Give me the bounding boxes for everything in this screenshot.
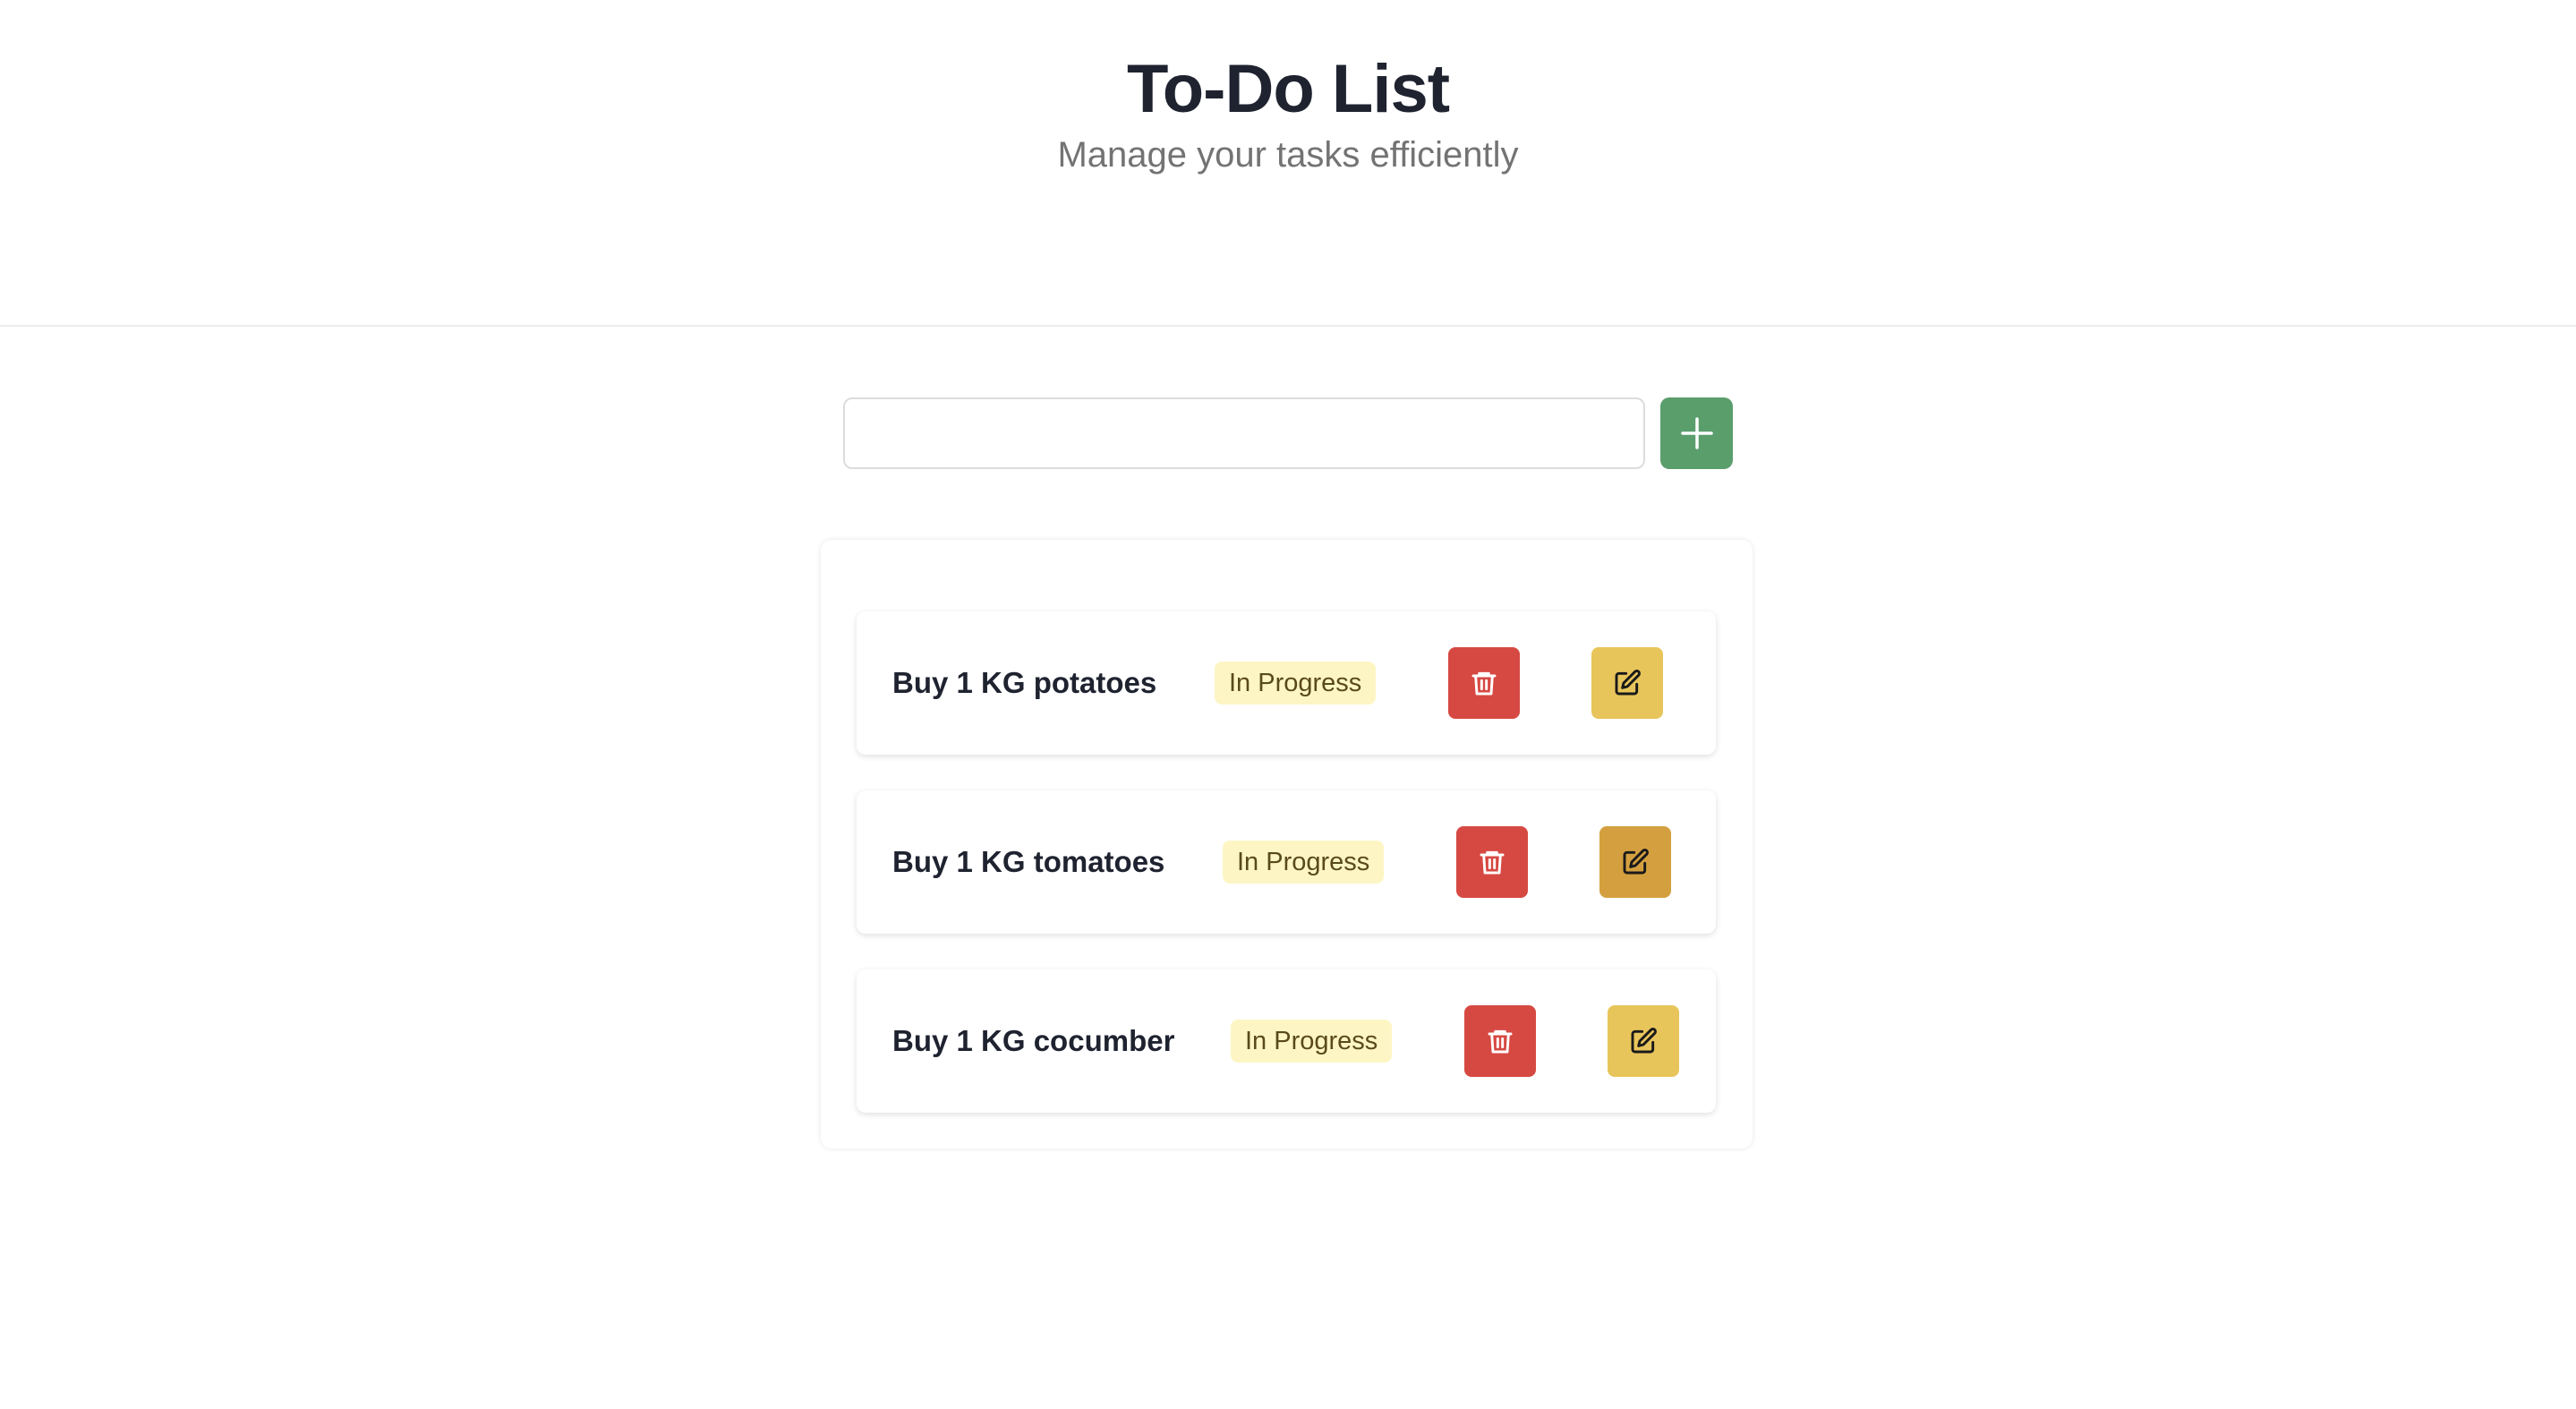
trash-icon [1488, 1029, 1513, 1054]
edit-icon [1615, 670, 1641, 696]
status-badge: In Progress [1215, 662, 1377, 704]
edit-task-button[interactable] [1608, 1005, 1679, 1077]
edit-task-button[interactable] [1599, 826, 1671, 898]
add-task-row [843, 397, 1733, 469]
delete-task-button[interactable] [1456, 826, 1528, 898]
task-list: Buy 1 KG potatoes In Progress Buy 1 KG t… [821, 540, 1753, 1149]
task-name: Buy 1 KG potatoes [892, 666, 1157, 699]
page-title: To-Do List [1126, 51, 1450, 127]
page-header: To-Do List Manage your tasks efficiently [0, 0, 2576, 327]
task-item: Buy 1 KG potatoes In Progress [857, 611, 1716, 755]
edit-icon [1623, 849, 1649, 875]
new-task-input[interactable] [843, 397, 1645, 469]
page-subtitle: Manage your tasks efficiently [1057, 135, 1519, 175]
status-badge: In Progress [1223, 841, 1385, 884]
status-badge: In Progress [1231, 1020, 1393, 1063]
trash-icon [1480, 850, 1505, 875]
delete-task-button[interactable] [1464, 1005, 1536, 1077]
task-item: Buy 1 KG tomatoes In Progress [857, 790, 1716, 934]
plus-icon [1680, 417, 1713, 449]
task-name: Buy 1 KG cocumber [892, 1024, 1175, 1057]
edit-icon [1631, 1028, 1657, 1054]
add-task-button[interactable] [1660, 397, 1733, 469]
task-name: Buy 1 KG tomatoes [892, 845, 1165, 878]
delete-task-button[interactable] [1448, 647, 1520, 719]
trash-icon [1471, 671, 1497, 696]
task-item: Buy 1 KG cocumber In Progress [857, 969, 1716, 1113]
edit-task-button[interactable] [1591, 647, 1663, 719]
